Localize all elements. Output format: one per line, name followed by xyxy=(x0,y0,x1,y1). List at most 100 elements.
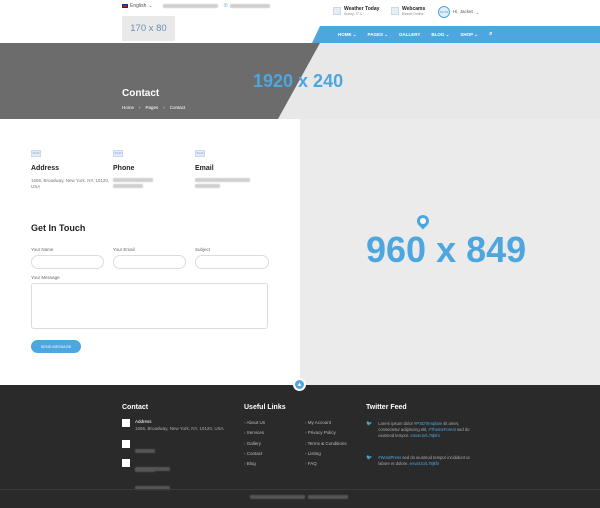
tweet-text: #WordPress sed do eiusmod tempor incidid… xyxy=(378,455,470,466)
map-size-label: 960 x 849 xyxy=(366,229,527,270)
tweet: 🐦 Lorem ipsum dolor #PSDTemplate sit ame… xyxy=(366,421,481,439)
map-area[interactable]: 960 x 849 xyxy=(300,119,600,385)
redacted-phone xyxy=(113,178,153,182)
footer-link[interactable]: Listing xyxy=(305,451,347,456)
redacted-email xyxy=(195,178,250,182)
logo-placeholder[interactable]: 170 x 80 xyxy=(122,16,175,41)
weather-icon xyxy=(333,7,341,15)
location-icon: 50x40 xyxy=(31,150,41,157)
footer-link[interactable]: Services xyxy=(244,430,265,435)
nav-home[interactable]: HOME ⌄ xyxy=(338,32,357,38)
user-menu[interactable]: 50x50 Hi, Jacket ⌄ xyxy=(438,6,479,18)
footer-link[interactable]: Blog xyxy=(244,461,265,466)
subject-label: Subject xyxy=(195,247,211,252)
email-icon: 50x40 xyxy=(195,150,205,157)
address-block: 50x40 Address 1556, Broadway, New York, … xyxy=(31,150,111,190)
weather-sub: Sunny, 3° C xyxy=(344,12,363,16)
redacted-text xyxy=(135,468,155,472)
twitter-icon: 🐦 xyxy=(366,455,373,461)
location-icon xyxy=(122,419,130,427)
footer-link[interactable]: Terms & Conditions xyxy=(305,441,347,446)
message-textarea[interactable] xyxy=(31,283,268,329)
nav-edge xyxy=(312,26,320,43)
language-label: English xyxy=(130,3,147,9)
contact-section: 50x40 Address 1556, Broadway, New York, … xyxy=(0,119,300,385)
chevron-down-icon: ⌄ xyxy=(148,3,153,9)
email-input[interactable] xyxy=(113,255,186,269)
redacted-text xyxy=(229,4,270,8)
breadcrumb-current: Contact xyxy=(169,105,186,110)
nav-pages[interactable]: PAGES ⌄ xyxy=(368,32,388,38)
tweet-link[interactable]: envat.to/L78jkhi xyxy=(410,433,439,438)
form-heading: Get In Touch xyxy=(31,223,86,233)
footer-contact-heading: Contact xyxy=(122,404,149,411)
footer-link[interactable]: About Us xyxy=(244,420,266,425)
page: English ⌄ ✆ 170 x 80 Weather Today Sunny… xyxy=(0,0,600,508)
top-bar: English ⌄ ✆ xyxy=(0,0,320,13)
chevron-down-icon: ⌄ xyxy=(475,9,480,15)
redacted-text xyxy=(308,495,348,499)
hashtag-link[interactable]: #WordPress xyxy=(378,455,401,460)
banner-size-label: 1920 x 240 xyxy=(253,71,344,91)
breadcrumb-pages[interactable]: Pages xyxy=(146,105,159,110)
redacted-email xyxy=(195,184,220,188)
breadcrumb-home[interactable]: Home xyxy=(122,105,134,110)
weather-widget[interactable]: Weather Today Sunny, 3° C xyxy=(333,6,379,16)
copyright xyxy=(250,495,348,499)
footer-links-col2: My Account Privacy Policy Terms & Condit… xyxy=(305,420,347,471)
language-selector[interactable]: English ⌄ ✆ xyxy=(122,3,270,9)
footer-link[interactable]: Privacy Policy xyxy=(305,430,347,435)
email-block: 50x40 Email xyxy=(195,150,275,190)
redacted-text xyxy=(250,495,305,499)
flag-icon xyxy=(122,4,128,8)
footer-twitter-heading: Twitter Feed xyxy=(366,404,407,411)
footer-link[interactable]: FAQ xyxy=(305,461,347,466)
footer-link[interactable]: Contact xyxy=(244,451,265,456)
twitter-icon: 🐦 xyxy=(366,421,373,427)
greeting: Hi, Jacket xyxy=(453,9,473,14)
webcams-sub: Resort Online xyxy=(402,12,424,16)
breadcrumb: Home › Pages › Contact xyxy=(122,105,186,110)
tweet-text: Lorem ipsum dolor #PSDTemplate sit amet,… xyxy=(378,421,470,438)
webcam-icon xyxy=(391,7,399,15)
email-heading: Email xyxy=(195,165,214,172)
nav-blog[interactable]: BLOG ⌄ xyxy=(431,32,449,38)
page-banner: 1920 x 240 Contact Home › Pages › Contac… xyxy=(0,43,600,119)
webcams-widget[interactable]: Webcams Resort Online xyxy=(391,6,425,16)
name-input[interactable] xyxy=(31,255,104,269)
footer-address: Address 1556, Broadway, New York, NY, 10… xyxy=(122,419,224,431)
footer-divider xyxy=(0,489,600,490)
main-nav: HOME ⌄ PAGES ⌄ GALLERY BLOG ⌄ SHOP ⌄ ⌕ xyxy=(320,26,600,43)
redacted-text xyxy=(135,449,155,453)
nav-gallery[interactable]: GALLERY xyxy=(399,32,420,37)
map-pin-icon xyxy=(414,212,432,230)
page-title: Contact xyxy=(122,88,160,99)
footer-links-heading: Useful Links xyxy=(244,404,286,411)
address-text: 1556, Broadway, New York, NY, 10120, USA xyxy=(31,178,110,189)
tweet-link[interactable]: envat.to/L78jkhi xyxy=(410,461,439,466)
tweet: 🐦 #WordPress sed do eiusmod tempor incid… xyxy=(366,455,481,467)
email-icon xyxy=(122,459,130,467)
phone-icon: ✆ xyxy=(223,3,228,9)
nav-shop[interactable]: SHOP ⌄ xyxy=(460,32,478,38)
address-heading: Address xyxy=(31,165,60,172)
footer-links-col1: About Us Services Gallery Contact Blog xyxy=(244,420,266,471)
footer-address-text: 1556, Broadway, New York, NY, 10120, USA xyxy=(135,426,224,431)
phone-heading: Phone xyxy=(113,165,135,172)
send-message-button[interactable]: SEND MESSAGE xyxy=(31,340,81,353)
redacted-phone xyxy=(113,184,143,188)
hashtag-link[interactable]: #ThemeForest xyxy=(429,427,456,432)
phone-block: 50x40 Phone xyxy=(113,150,193,190)
message-label: Your Message xyxy=(31,275,60,280)
search-icon[interactable]: ⌕ xyxy=(489,31,492,38)
hashtag-link[interactable]: #PSDTemplate xyxy=(414,421,442,426)
footer: ▲ Contact Address 1556, Broadway, New Yo… xyxy=(0,378,600,508)
footer-link[interactable]: My Account xyxy=(305,420,347,425)
scroll-top-button[interactable]: ▲ xyxy=(293,378,306,391)
email-label: Your Email xyxy=(113,247,135,252)
phone-icon: 50x40 xyxy=(113,150,123,157)
redacted-text xyxy=(162,4,218,8)
phone-icon xyxy=(122,440,130,448)
footer-link[interactable]: Gallery xyxy=(244,441,265,446)
subject-input[interactable] xyxy=(195,255,269,269)
